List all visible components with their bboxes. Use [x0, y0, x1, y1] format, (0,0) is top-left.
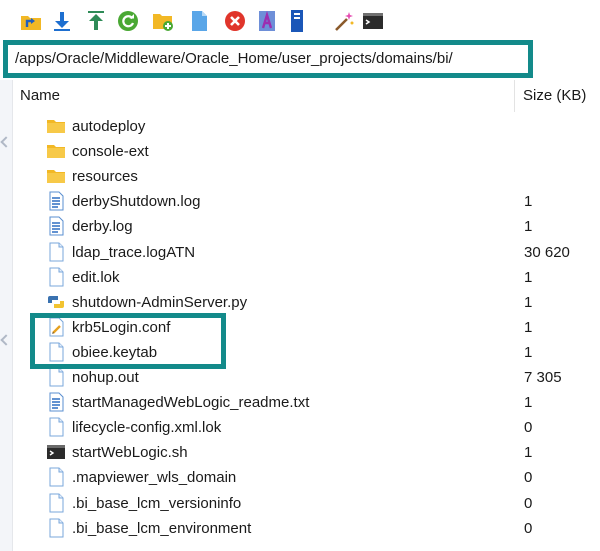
file-name: derby.log	[72, 218, 133, 236]
config-file-icon	[46, 317, 66, 337]
magic-wand-icon	[335, 12, 354, 31]
file-row[interactable]: derbyShutdown.log 1	[12, 189, 600, 214]
file-size: 0	[524, 469, 533, 487]
parent-directory-icon	[21, 16, 41, 30]
new-folder-icon	[153, 14, 173, 31]
new-file-button[interactable]	[188, 10, 210, 32]
file-icon	[46, 493, 66, 513]
file-size: 1	[524, 268, 533, 286]
file-icon	[46, 216, 66, 236]
file-row[interactable]: nohup.out 7 305	[12, 365, 600, 390]
file-row[interactable]: resources	[12, 164, 600, 189]
file-icon	[46, 518, 66, 538]
refresh-button[interactable]	[117, 10, 139, 32]
python-file-icon	[46, 292, 66, 312]
file-size: 1	[524, 318, 533, 336]
terminal-icon	[363, 13, 383, 29]
file-size: 1	[524, 444, 533, 462]
rename-button[interactable]	[256, 10, 278, 32]
upload-icon	[88, 11, 104, 30]
properties-button[interactable]	[286, 10, 308, 32]
download-icon	[54, 12, 70, 31]
file-icon	[46, 467, 66, 487]
file-size: 30 620	[524, 243, 570, 261]
file-row[interactable]: autodeploy	[12, 114, 600, 139]
file-size: 1	[524, 218, 533, 236]
terminal-button[interactable]	[362, 10, 384, 32]
file-name: startManagedWebLogic_readme.txt	[72, 394, 310, 412]
file-icon	[46, 417, 66, 437]
file-row[interactable]: lifecycle-config.xml.lok 0	[12, 415, 600, 440]
column-header-size[interactable]: Size (KB)	[523, 82, 586, 110]
file-row[interactable]: edit.lok 1	[12, 265, 600, 290]
folder-icon	[46, 166, 66, 186]
file-icon	[46, 367, 66, 387]
file-name: shutdown-AdminServer.py	[72, 293, 248, 311]
file-name: ldap_trace.logATN	[72, 243, 196, 261]
delete-button[interactable]	[224, 10, 246, 32]
folder-icon	[46, 141, 66, 161]
file-size: 1	[524, 193, 533, 211]
delete-icon	[225, 11, 245, 31]
path-input[interactable]	[11, 48, 525, 70]
file-icon	[46, 267, 66, 287]
file-name: obiee.keytab	[72, 343, 158, 361]
shell-script-icon	[46, 442, 66, 462]
file-icon	[46, 342, 66, 362]
parent-directory-button[interactable]	[20, 10, 42, 32]
file-name: .bi_base_lcm_versioninfo	[72, 494, 242, 512]
file-name: console-ext	[72, 143, 149, 161]
file-size: 1	[524, 394, 533, 412]
file-size: 7 305	[524, 369, 562, 386]
file-size: 1	[524, 293, 533, 311]
file-row[interactable]: derby.log 1	[12, 214, 600, 239]
file-name: lifecycle-config.xml.lok	[72, 419, 222, 437]
file-row[interactable]: krb5Login.conf 1	[12, 315, 600, 340]
download-button[interactable]	[51, 10, 73, 32]
upload-button[interactable]	[85, 10, 107, 32]
magic-wand-button[interactable]	[333, 10, 355, 32]
column-header-name[interactable]: Name	[20, 82, 60, 110]
file-row[interactable]: startManagedWebLogic_readme.txt 1	[12, 390, 600, 415]
refresh-icon	[118, 11, 138, 31]
file-name: autodeploy	[72, 118, 146, 135]
file-size: 0	[524, 519, 533, 537]
folder-icon	[46, 116, 66, 136]
file-name: .mapviewer_wls_domain	[72, 469, 237, 487]
file-name: krb5Login.conf	[72, 318, 171, 336]
file-icon	[46, 191, 66, 211]
file-row[interactable]: .bi_base_lcm_environment 0	[12, 516, 600, 541]
file-row[interactable]: console-ext	[12, 139, 600, 164]
column-separator[interactable]	[514, 80, 515, 112]
rename-icon	[259, 10, 275, 31]
file-name: derbyShutdown.log	[72, 193, 201, 211]
file-name: edit.lok	[72, 268, 120, 286]
new-folder-button[interactable]	[152, 10, 174, 32]
file-name: startWebLogic.sh	[72, 444, 188, 462]
file-name: resources	[72, 168, 138, 186]
file-row[interactable]: obiee.keytab 1	[12, 340, 600, 365]
file-size: 0	[524, 494, 533, 512]
file-size: 1	[524, 343, 533, 361]
file-icon	[46, 392, 66, 412]
file-row[interactable]: shutdown-AdminServer.py 1	[12, 290, 600, 315]
file-name: .bi_base_lcm_environment	[72, 519, 252, 537]
file-row[interactable]: ldap_trace.logATN 30 620	[12, 240, 600, 265]
file-row[interactable]: .mapviewer_wls_domain 0	[12, 465, 600, 490]
new-file-icon	[192, 11, 207, 31]
file-icon	[46, 242, 66, 262]
properties-icon	[291, 10, 303, 32]
file-name: nohup.out	[72, 369, 139, 386]
file-row[interactable]: .bi_base_lcm_versioninfo 0	[12, 491, 600, 516]
toolbar	[0, 0, 600, 38]
file-row[interactable]: startWebLogic.sh 1	[12, 440, 600, 465]
file-size: 0	[524, 419, 533, 437]
